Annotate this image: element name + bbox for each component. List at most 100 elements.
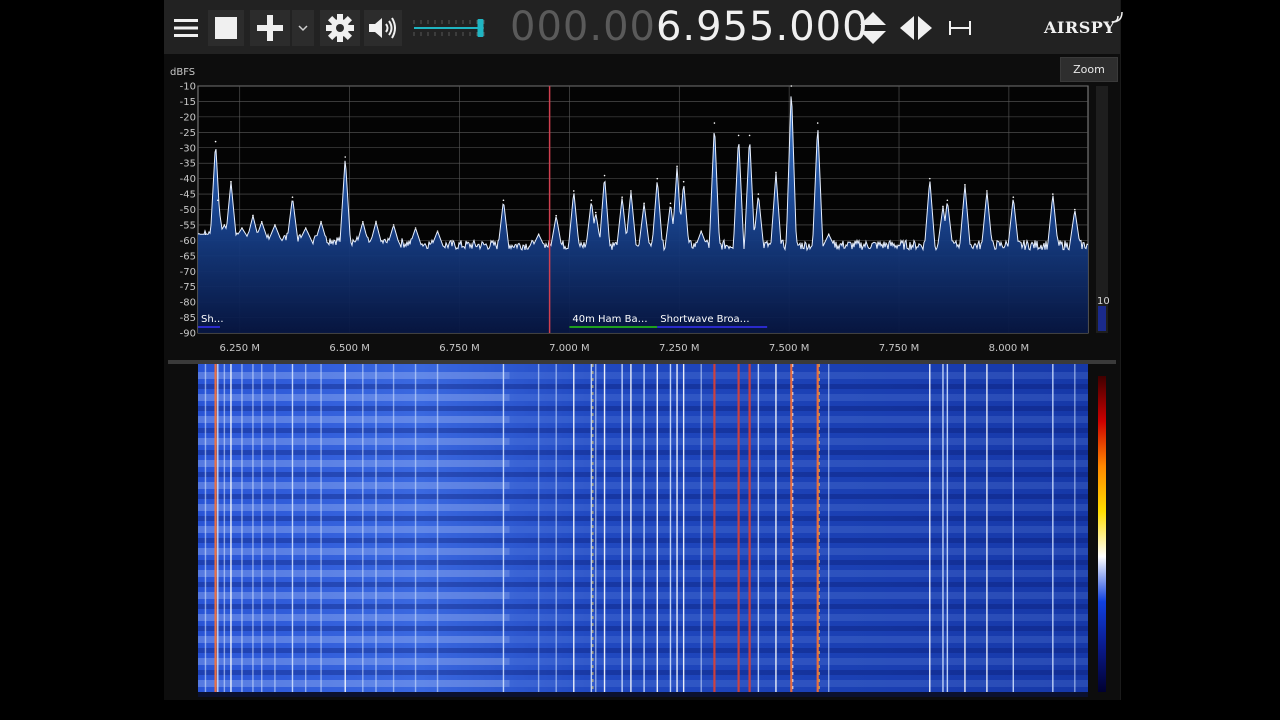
waterfall-display[interactable] [164, 364, 1120, 698]
waterfall-colormap-legend [1098, 376, 1106, 692]
x-tick-label: 7.000 M [549, 343, 589, 354]
spectrum-peak-point [656, 177, 659, 180]
y-axis-label: dBFS [170, 67, 195, 78]
spectrum-peak-point [414, 227, 417, 229]
spectrum-peak-point [230, 180, 232, 183]
spectrum-peak-point [928, 177, 931, 180]
waterfall-row-band [198, 680, 510, 687]
waterfall-row-band [198, 416, 510, 423]
x-tick-label: 6.500 M [329, 343, 369, 354]
stop-square-icon [215, 17, 237, 39]
waterfall-row-dark [198, 494, 1088, 499]
speaker-icon [369, 17, 396, 39]
y-tick-label: -75 [180, 282, 196, 293]
sdr-application: 000.006.955.000 AIRSPY Zoom dBFS -10 -15 -2… [164, 0, 1123, 700]
spectrum-peak-point [320, 221, 322, 223]
spectrum-peak-point [700, 230, 703, 232]
band-label[interactable]: Shortwave Broa… [660, 314, 749, 325]
y-tick-label: -55 [180, 220, 196, 231]
spectrum-peak-point [223, 224, 226, 226]
y-tick-label: -85 [180, 313, 196, 324]
y-tick-label: -15 [180, 97, 196, 108]
spectrum-peak-point [204, 233, 207, 235]
waterfall-row-band [198, 658, 510, 665]
waterfall-row-band [198, 592, 510, 599]
add-frequency-button[interactable] [250, 10, 290, 46]
waterfall-row-dark [198, 472, 1088, 477]
spectrum-peak-point [375, 221, 377, 223]
menu-button[interactable] [168, 10, 204, 46]
y-tick-label: -25 [180, 128, 196, 139]
spectrum-panel[interactable]: dBFS -10 -15 -20 -25 -30 -35 -40 -45 -50 -55 -60 -65… [164, 56, 1120, 362]
settings-button[interactable] [320, 10, 360, 46]
bandwidth-button[interactable] [944, 10, 976, 46]
spectrum-peak-point [214, 140, 217, 143]
waterfall-row-dark [198, 692, 1088, 697]
x-tick-label: 7.500 M [769, 343, 809, 354]
add-frequency-dropdown[interactable] [292, 10, 314, 46]
tune-button[interactable] [898, 10, 934, 46]
waterfall-row-dark [198, 582, 1088, 587]
band-label-underline [657, 326, 768, 328]
gear-icon [326, 14, 354, 42]
waterfall-row-band [198, 482, 510, 489]
band-label[interactable]: Sh… [201, 314, 224, 325]
stop-button[interactable] [208, 10, 244, 46]
spectrum-peak-point [590, 199, 593, 202]
volume-thumb[interactable] [477, 19, 484, 37]
airspy-logo: AIRSPY [1044, 11, 1123, 37]
waterfall-row-band [198, 394, 510, 401]
x-tick-label: 8.000 M [989, 343, 1029, 354]
x-tick-label: 6.250 M [220, 343, 260, 354]
toolbar: 000.006.955.000 AIRSPY [164, 0, 1123, 54]
spectrum-peak-point [790, 85, 793, 87]
waterfall-row-dark [198, 604, 1088, 609]
waterfall-row-dark [198, 516, 1088, 521]
y-tick-label: -60 [180, 236, 196, 247]
left-right-arrows-icon [900, 16, 932, 40]
y-tick-label: -20 [180, 112, 196, 123]
waterfall-row-dark [198, 428, 1088, 433]
waterfall-row-dark [198, 538, 1088, 543]
waterfall-row-band [198, 460, 510, 467]
spectrum-peak-point [816, 122, 819, 124]
spectrum-peak-point [676, 165, 678, 168]
spectrum-peak-point [594, 211, 597, 214]
waterfall-row-dark [198, 406, 1088, 411]
step-button[interactable] [856, 10, 890, 46]
spectrum-peak-point [274, 224, 276, 226]
x-tick-label: 7.250 M [659, 343, 699, 354]
spectrum-peak-point [757, 193, 760, 195]
spectrum-peak-point [827, 233, 830, 235]
spectrum-peak-point [1012, 196, 1015, 198]
waterfall-row-band [198, 438, 510, 445]
waterfall-row-dark [198, 560, 1088, 565]
spectrum-peak-point [537, 233, 540, 235]
spectrum-peak-point [1052, 193, 1054, 195]
spectrum-peak-point [603, 174, 606, 177]
spectrum-peak-point [737, 134, 740, 137]
volume-slider[interactable] [410, 10, 490, 46]
spectrum-peak-point [260, 221, 263, 223]
band-label-underline [198, 326, 220, 328]
y-tick-label: -80 [180, 298, 196, 309]
spectrum-peak-point [555, 214, 557, 217]
band-label[interactable]: 40m Ham Ba… [572, 314, 647, 325]
plus-icon [257, 15, 283, 41]
waterfall-row-band [198, 548, 510, 555]
waterfall-row-band [198, 570, 510, 577]
y-tick-label: -65 [180, 251, 196, 262]
contrast-value: 10 [1097, 296, 1110, 307]
spectrum-chart[interactable]: dBFS -10 -15 -20 -25 -30 -35 -40 -45 -50 -55 -60 -65… [164, 56, 1120, 362]
span-bracket-icon [949, 21, 971, 35]
up-down-arrows-icon [860, 12, 886, 44]
spectrum-peak-point [964, 184, 966, 186]
spectrum-peak-point [291, 196, 294, 198]
frequency-display[interactable]: 000.006.955.000 [510, 4, 869, 50]
waterfall-row-dark [198, 648, 1088, 653]
audio-button[interactable] [364, 10, 402, 46]
waterfall-panel[interactable] [164, 364, 1120, 698]
spectrum-peak-point [946, 199, 949, 202]
spectrum-peak-point [643, 202, 645, 205]
frequency-active-digits: 6.955.000 [655, 4, 869, 50]
